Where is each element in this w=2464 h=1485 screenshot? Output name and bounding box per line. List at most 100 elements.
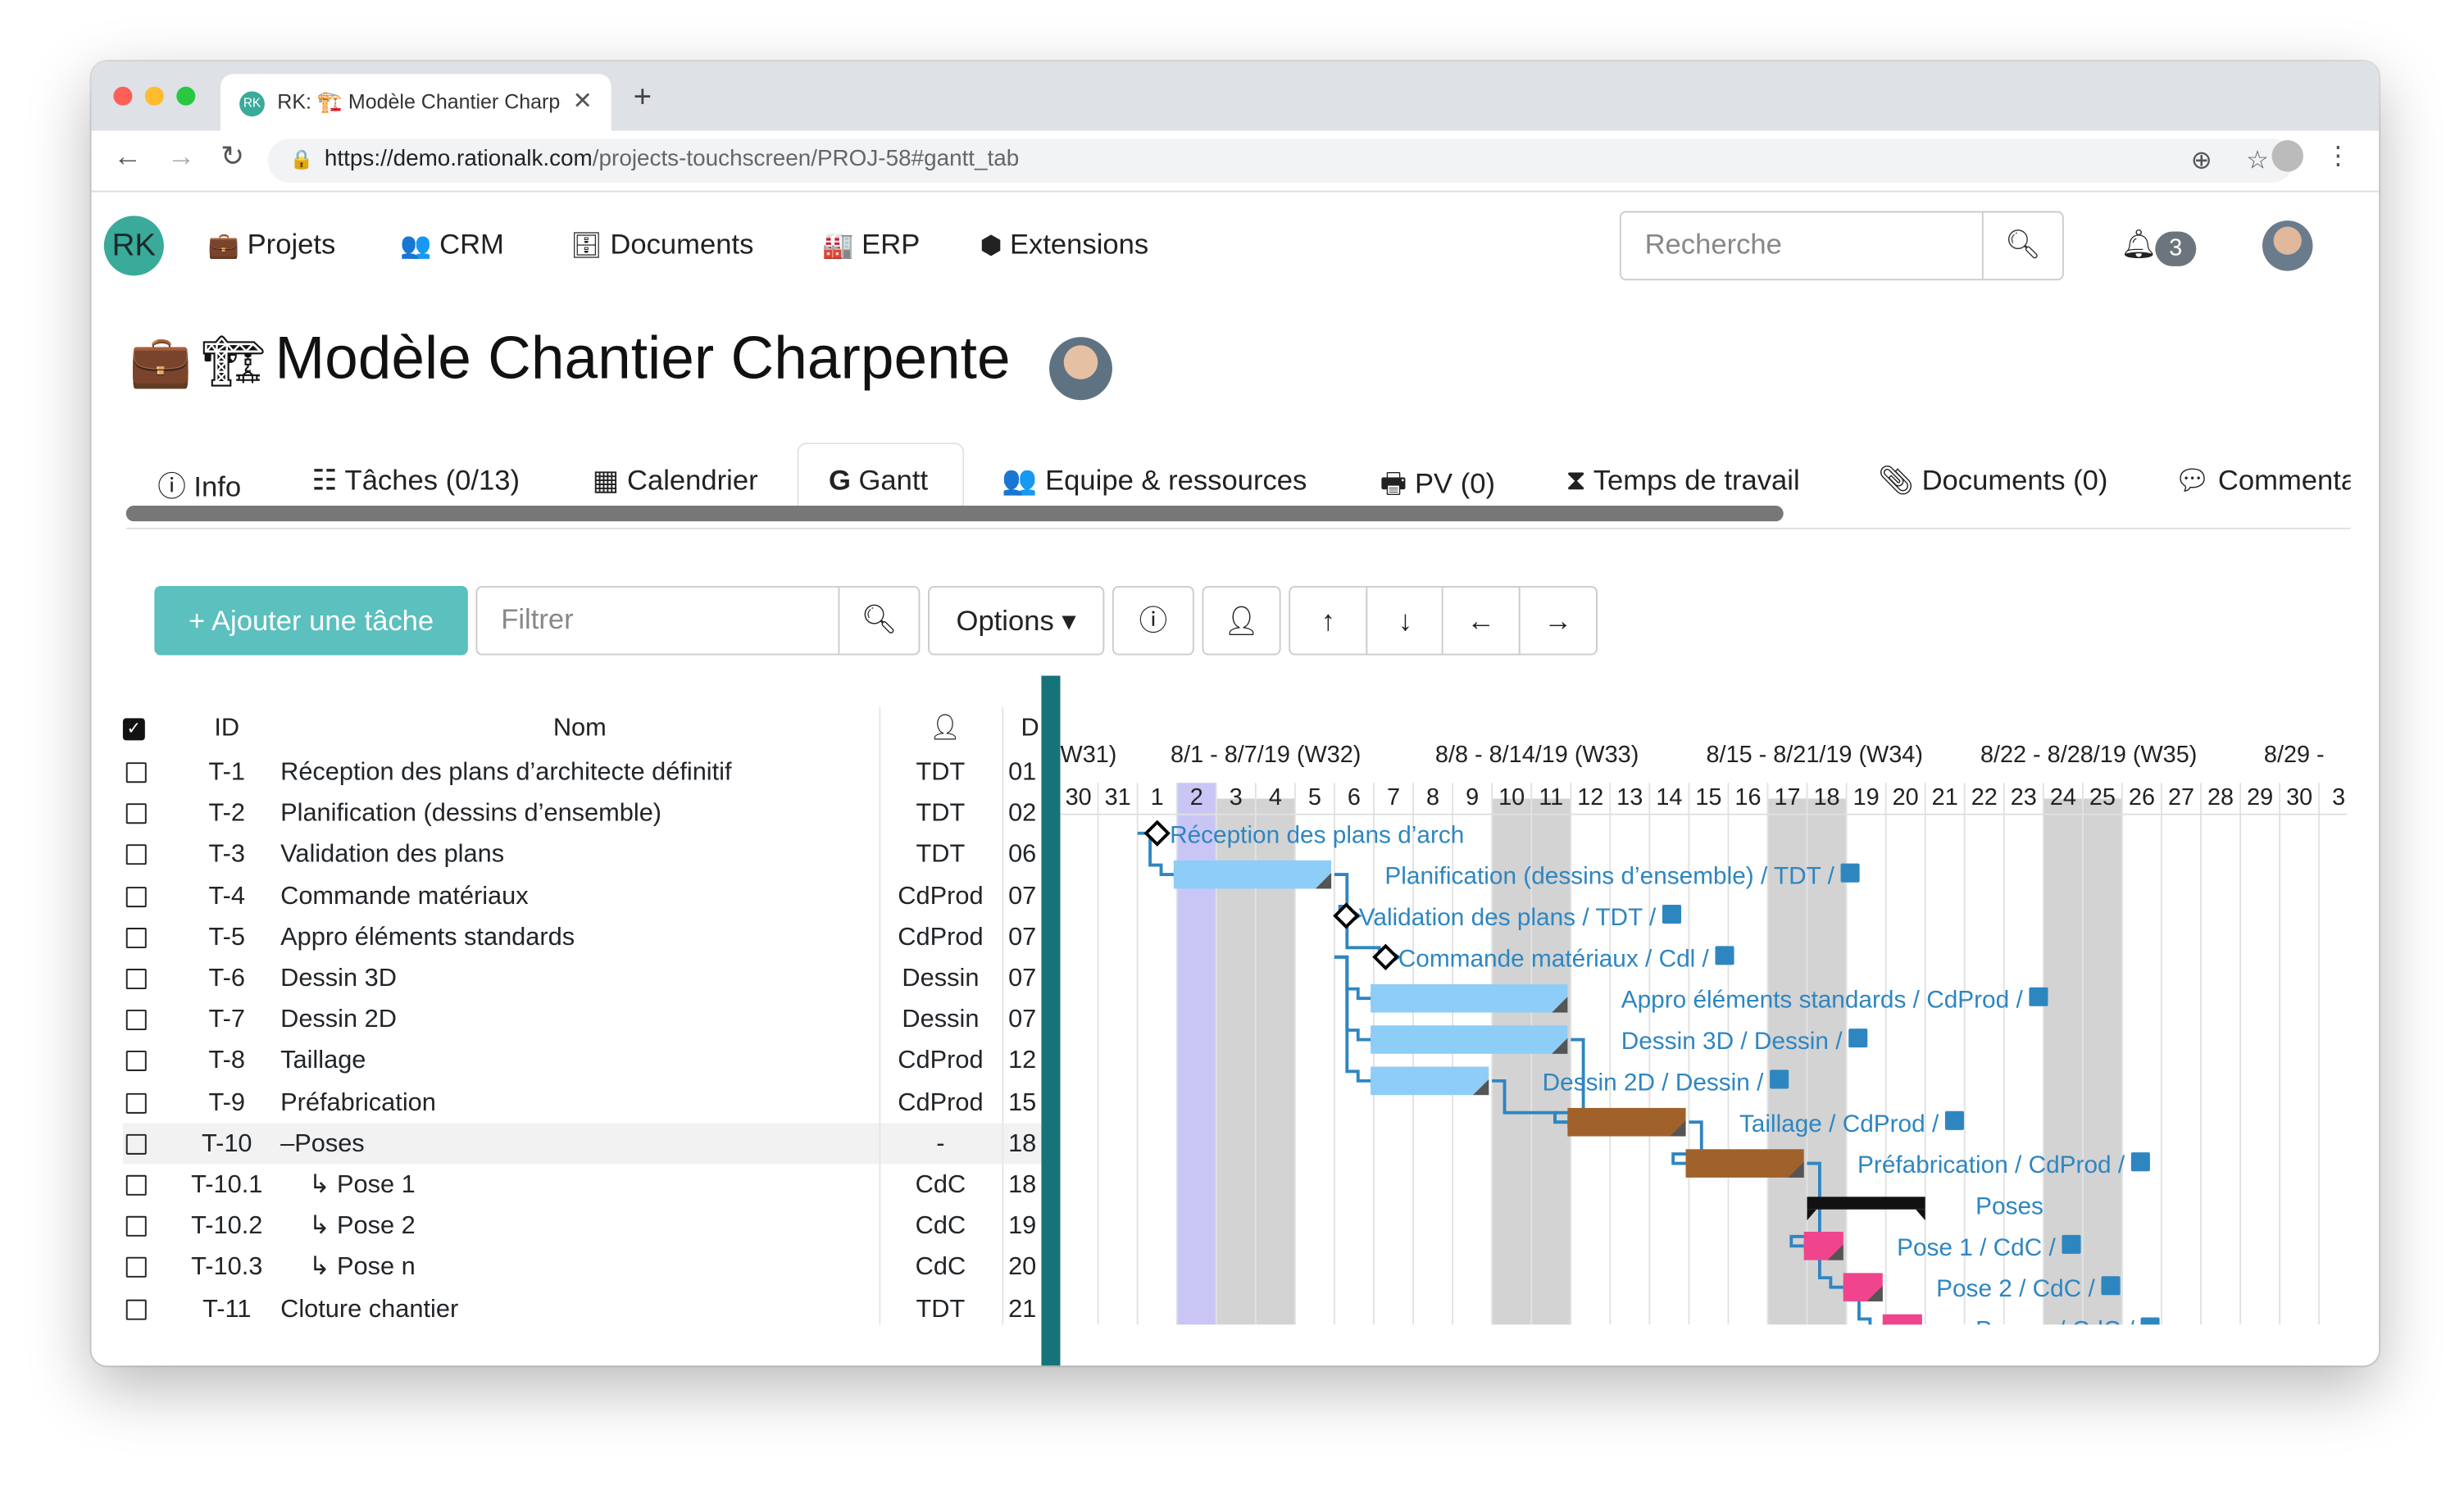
header-id[interactable]: ID — [195, 707, 258, 752]
notification-badge[interactable]: 3 — [2155, 231, 2197, 266]
task-name[interactable]: Appro éléments standards — [280, 916, 575, 957]
calendar-icon[interactable] — [2130, 1152, 2150, 1172]
bell-icon[interactable]: 🔔︎ — [2121, 229, 2157, 261]
nav-projets[interactable]: 💼 Projets — [208, 229, 336, 261]
task-label[interactable]: Poses — [1975, 1192, 2043, 1219]
table-row[interactable]: T-4 Commande matériaux CdProd 07 — [123, 875, 1046, 916]
row-checkbox[interactable] — [125, 1133, 147, 1155]
task-label[interactable]: Taillage / CdProd / — [1739, 1110, 1939, 1138]
forward-icon[interactable]: → — [167, 140, 196, 173]
close-window-icon[interactable] — [113, 86, 133, 106]
task-label[interactable]: Préfabrication / CdProd / — [1857, 1151, 2125, 1178]
options-dropdown[interactable]: Options ▾ — [928, 585, 1105, 656]
row-checkbox[interactable] — [125, 803, 147, 824]
row-checkbox[interactable] — [125, 1010, 147, 1031]
row-checkbox[interactable] — [125, 844, 147, 865]
select-all-checkbox[interactable]: ✓ — [122, 707, 154, 752]
maximize-window-icon[interactable] — [176, 86, 196, 106]
calendar-icon[interactable] — [1840, 863, 1860, 883]
project-owner-avatar[interactable] — [1049, 337, 1112, 401]
nav-erp[interactable]: 🏭 ERP — [822, 229, 920, 261]
task-name[interactable]: Préfabrication — [280, 1082, 436, 1123]
nav-crm[interactable]: 👥 CRM — [400, 229, 504, 261]
task-resource[interactable]: Dessin — [882, 999, 998, 1040]
header-resource[interactable]: 👤︎ — [911, 707, 980, 752]
task-name[interactable]: Dessin 3D — [280, 958, 397, 999]
calendar-icon[interactable] — [2140, 1317, 2160, 1325]
task-resource[interactable]: CdProd — [882, 916, 998, 957]
bookmark-star-icon[interactable]: ☆ — [2246, 145, 2269, 176]
task-label[interactable]: Pose n / CdC / — [1975, 1317, 2134, 1325]
profile-icon[interactable] — [2271, 140, 2303, 172]
table-row[interactable]: T-8 Taillage CdProd 12 — [123, 1040, 1046, 1081]
task-resource[interactable]: TDT — [882, 833, 998, 874]
tab-gantt[interactable]: G Gantt — [829, 465, 928, 497]
task-label[interactable]: Dessin 2D / Dessin / — [1543, 1069, 1765, 1096]
zoom-icon[interactable]: ⊕ — [2191, 145, 2212, 176]
row-checkbox[interactable] — [125, 886, 147, 907]
task-name[interactable]: Dessin 2D — [280, 999, 397, 1040]
task-label[interactable]: Pose 1 / CdC / — [1897, 1234, 2056, 1261]
move-up-button[interactable]: ↑ — [1289, 585, 1368, 656]
row-checkbox[interactable] — [125, 927, 147, 948]
task-name[interactable]: Cloture chantier — [280, 1287, 458, 1328]
task-bar[interactable] — [1371, 1066, 1489, 1096]
tab-temps[interactable]: ⧗ Temps de travail — [1566, 465, 1799, 497]
row-checkbox[interactable] — [125, 1051, 147, 1072]
search-input[interactable] — [1621, 212, 2028, 276]
task-label[interactable]: Commande matériaux / Cdl / — [1398, 945, 1710, 972]
tab-calendrier[interactable]: ▦ Calendrier — [593, 465, 758, 497]
task-name[interactable]: ↳ Pose 2 — [309, 1206, 416, 1247]
tab-equipe[interactable]: 👥 Equipe & ressources — [1002, 465, 1307, 497]
calendar-icon[interactable] — [2029, 987, 2048, 1006]
task-name[interactable]: –Poses — [280, 1123, 365, 1164]
task-bar[interactable] — [1882, 1314, 1922, 1325]
row-checkbox[interactable] — [125, 969, 147, 990]
row-checkbox[interactable] — [125, 1257, 147, 1278]
info-button[interactable]: ⓘ — [1112, 585, 1194, 656]
task-bar[interactable] — [1685, 1149, 1804, 1178]
table-row[interactable]: T-3 Validation des plans TDT 06 — [123, 833, 1046, 874]
task-bar[interactable] — [1567, 1107, 1686, 1137]
task-label[interactable]: Dessin 3D / Dessin / — [1621, 1028, 1843, 1055]
row-checkbox[interactable] — [125, 1298, 147, 1319]
filter-input[interactable] — [477, 587, 862, 651]
indent-button[interactable]: → — [1518, 585, 1598, 656]
task-resource[interactable]: TDT — [882, 1287, 998, 1328]
task-resource[interactable]: CdProd — [882, 1040, 998, 1081]
browser-tab[interactable]: RK RK: 🏗️ Modèle Chantier Charpente ✕ — [220, 74, 611, 131]
tab-taches[interactable]: ☷ Tâches (0/13) — [312, 465, 520, 497]
minimize-window-icon[interactable] — [144, 86, 164, 106]
task-resource[interactable]: Dessin — [882, 958, 998, 999]
summary-bar[interactable] — [1807, 1197, 1925, 1210]
move-down-button[interactable]: ↓ — [1366, 585, 1445, 656]
address-bar[interactable]: 🔒 https://demo.rationalk.com/projects-to… — [267, 139, 2294, 183]
task-resource[interactable]: CdC — [882, 1164, 998, 1205]
app-logo[interactable]: RK — [103, 216, 164, 276]
row-checkbox[interactable] — [125, 1174, 147, 1196]
menu-icon[interactable]: ⋮ — [2325, 140, 2351, 171]
filter-search-button[interactable]: 🔍︎ — [838, 587, 919, 654]
calendar-icon[interactable] — [1662, 904, 1682, 924]
calendar-icon[interactable] — [2101, 1276, 2121, 1296]
header-name[interactable]: Nom — [280, 707, 879, 752]
task-resource[interactable]: CdProd — [882, 1082, 998, 1123]
row-checkbox[interactable] — [125, 1216, 147, 1238]
add-task-button[interactable]: + Ajouter une tâche — [154, 585, 468, 656]
task-name[interactable]: Planification (dessins d’ensemble) — [280, 792, 661, 833]
task-name[interactable]: Taillage — [280, 1040, 366, 1081]
row-checkbox[interactable] — [125, 762, 147, 783]
calendar-icon[interactable] — [1848, 1029, 1868, 1048]
tab-commentaires[interactable]: 💬︎ Commenta — [2174, 465, 2350, 497]
outdent-button[interactable]: ← — [1441, 585, 1521, 656]
user-avatar[interactable] — [2262, 220, 2313, 271]
task-label[interactable]: Planification (dessins d’ensemble) / TDT… — [1384, 863, 1834, 890]
task-name[interactable]: Validation des plans — [280, 833, 504, 874]
table-row[interactable]: T-1 Réception des plans d’architecte défi… — [123, 752, 1046, 792]
task-label[interactable]: Appro éléments standards / CdProd / — [1621, 987, 2024, 1014]
table-row[interactable]: T-9 Préfabrication CdProd 15 — [123, 1082, 1046, 1123]
calendar-icon[interactable] — [2062, 1234, 2081, 1254]
reload-icon[interactable]: ↻ — [220, 140, 244, 173]
task-resource[interactable]: - — [882, 1123, 998, 1164]
calendar-icon[interactable] — [1770, 1069, 1789, 1089]
